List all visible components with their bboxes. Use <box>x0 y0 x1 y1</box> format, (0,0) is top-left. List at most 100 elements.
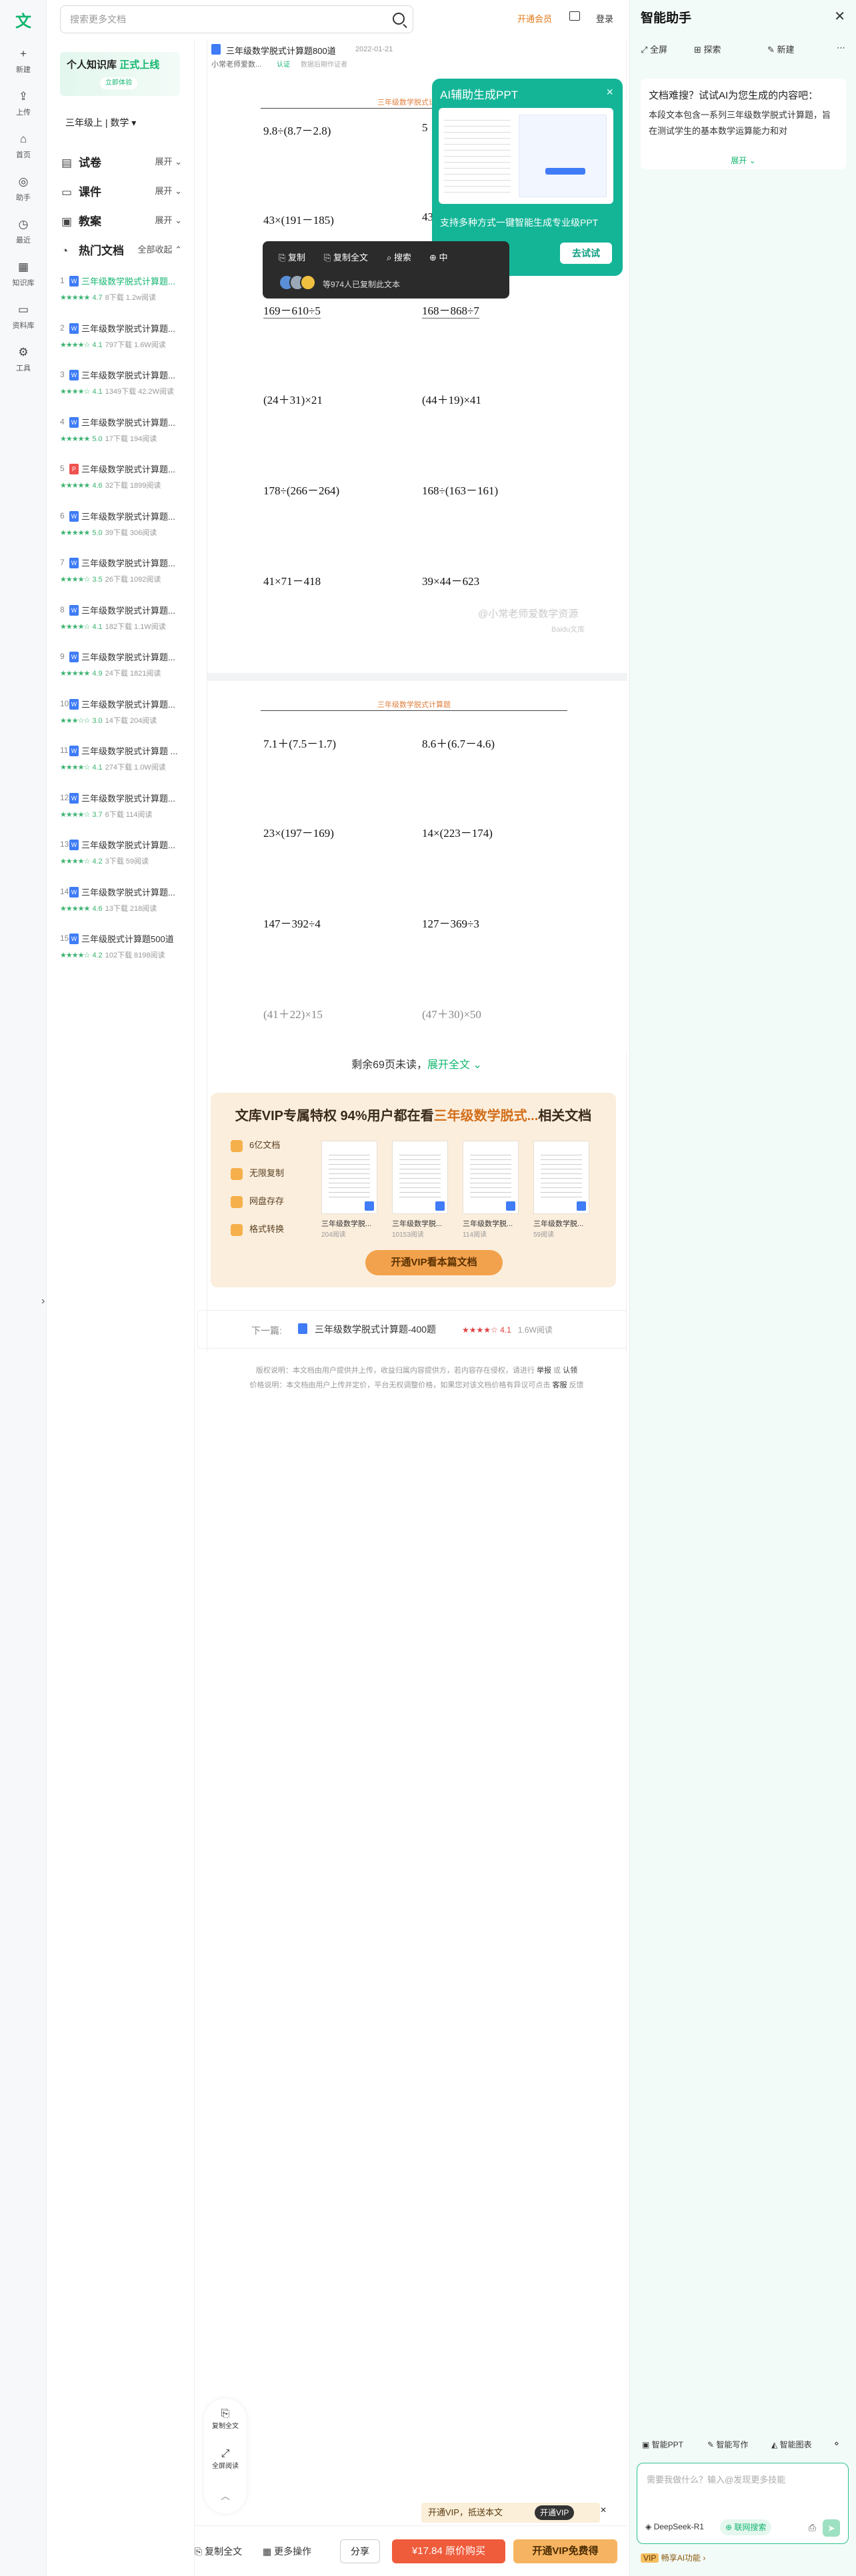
hot-doc-item[interactable]: 2 W 三年级数学脱式计算题... ★★★★☆ 4.1 797下载 1.6W阅读 <box>60 321 193 364</box>
summary-expand[interactable]: 展开 ⌄ <box>641 155 846 166</box>
send-icon[interactable]: ➤ <box>823 2519 840 2537</box>
hot-doc-item[interactable]: 4 W 三年级数学脱式计算题... ★★★★★ 5.0 17下载 194阅读 <box>60 414 193 458</box>
equation-selected[interactable]: 169－610÷5 <box>263 301 321 319</box>
close-icon[interactable]: ✕ <box>834 8 845 25</box>
service-link[interactable]: 客服 <box>553 1381 567 1389</box>
inbox-icon[interactable] <box>569 11 580 21</box>
hot-doc-title[interactable]: 三年级数学脱式计算题... <box>81 322 195 334</box>
copy-all-button[interactable]: ⎘ 复制全文 <box>324 251 368 263</box>
chat-input[interactable]: 需要我做什么？输入@发现更多技能 ◈ DeepSeek-R1 ⊕ 联网搜索 ⎙ … <box>637 2463 849 2544</box>
hot-doc-item[interactable]: 12 W 三年级数学脱式计算题... ★★★★☆ 3.7 6下载 114阅读 <box>60 790 193 834</box>
equation-selected[interactable]: 168－868÷7 <box>422 301 479 319</box>
hot-doc-item[interactable]: 7 W 三年级数学脱式计算题... ★★★★☆ 3.5 26下载 1092阅读 <box>60 555 193 599</box>
hot-doc-item[interactable]: 11 W 三年级数学脱式计算题 ... ★★★★☆ 4.1 274下载 1.0W阅读 <box>60 743 193 787</box>
rail-upload[interactable]: ⇪ 上传 <box>0 89 47 117</box>
rail-library[interactable]: ▭ 资料库 <box>0 303 47 330</box>
smart-ppt-tool[interactable]: ▣ 智能PPT <box>642 2439 683 2450</box>
vip-ai-note[interactable]: VIP 畅享AI功能 › <box>641 2552 705 2563</box>
hot-doc-title[interactable]: 三年级数学脱式计算题... <box>81 368 195 381</box>
explore-button[interactable]: ⊞ 探索 <box>694 43 721 55</box>
section-exams[interactable]: ▤ 试卷 <box>61 153 101 170</box>
claim-link[interactable]: 认领 <box>563 1367 577 1375</box>
tools-more-icon[interactable]: ⋄ <box>834 2439 839 2448</box>
close-icon[interactable]: ✕ <box>600 2500 607 2520</box>
report-link[interactable]: 举报 <box>537 1367 551 1375</box>
hint-vip-button[interactable]: 开通VIP <box>535 2505 575 2520</box>
hot-doc-title[interactable]: 三年级数学脱式计算题... <box>81 604 195 616</box>
hot-doc-title[interactable]: 三年级数学脱式计算题... <box>81 650 195 663</box>
rail-home[interactable]: ⌂ 首页 <box>0 132 47 160</box>
knowledge-banner[interactable]: 个人知识库 正式上线 立即体验 <box>60 52 180 96</box>
rail-recent[interactable]: ◷ 最近 <box>0 217 47 245</box>
share-button[interactable]: 分享 <box>340 2539 380 2563</box>
banner-button[interactable]: 立即体验 <box>100 77 137 89</box>
copy-all-action[interactable]: ⎘ 复制全文 <box>195 2545 242 2558</box>
copy-button[interactable]: ⎘ 复制 <box>279 251 305 263</box>
close-icon[interactable]: × <box>606 85 613 99</box>
expand-lesson-plans[interactable]: 展开 ⌄ <box>155 213 182 226</box>
more-button[interactable]: ⊕ 中 <box>429 251 448 263</box>
hot-doc-item[interactable]: 13 W 三年级数学脱式计算题... ★★★★☆ 4.2 3下载 59阅读 <box>60 837 193 881</box>
related-doc[interactable]: 三年级数学脱... 114阅读 <box>463 1141 519 1239</box>
expand-courseware[interactable]: 展开 ⌄ <box>155 184 182 197</box>
hot-doc-title[interactable]: 三年级数学脱式计算题... <box>81 462 195 475</box>
hot-doc-title[interactable]: 三年级数学脱式计算题... <box>81 556 195 569</box>
fullscreen-button[interactable]: ⤢ 全屏 <box>641 43 667 55</box>
wenku-logo[interactable]: 文 <box>12 11 35 33</box>
vip-free-button[interactable]: 开通VIP免费得 <box>513 2539 617 2563</box>
web-search-toggle[interactable]: ⊕ 联网搜索 <box>720 2519 772 2535</box>
hot-doc-item[interactable]: 8 W 三年级数学脱式计算题... ★★★★☆ 4.1 182下载 1.1W阅读 <box>60 602 193 646</box>
chevron-down-icon[interactable]: ⌄ <box>470 1059 481 1071</box>
hot-doc-item[interactable]: 15 W 三年级脱式计算题500道 ★★★★☆ 4.2 102下载 8198阅读 <box>60 931 193 975</box>
buy-button[interactable]: ¥17.84 原价购买 <box>392 2539 505 2563</box>
expand-exams[interactable]: 展开 ⌄ <box>155 155 182 167</box>
next-title[interactable]: 三年级数学脱式计算题-400题 <box>315 1323 436 1336</box>
more-ops-action[interactable]: ▦ 更多操作 <box>263 2545 311 2558</box>
hot-doc-item[interactable]: 3 W 三年级数学脱式计算题... ★★★★☆ 4.1 1349下载 42.2W阅读 <box>60 367 193 411</box>
next-doc[interactable]: 下一篇: 三年级数学脱式计算题-400题 ★★★★☆ 4.1 1.6W阅读 <box>197 1310 627 1349</box>
new-chat-button[interactable]: ✎ 新建 <box>767 43 795 55</box>
login-link[interactable]: 登录 <box>596 12 613 25</box>
hot-doc-item[interactable]: 10 W 三年级数学脱式计算题... ★★★☆☆ 3.0 14下载 204阅读 <box>60 696 193 740</box>
hot-doc-item[interactable]: 6 W 三年级数学脱式计算题... ★★★★★ 5.0 39下载 306阅读 <box>60 508 193 552</box>
rail-assistant[interactable]: ◎ 助手 <box>0 175 47 203</box>
float-copy-all[interactable]: ⎘ 复制全文 <box>204 2408 247 2430</box>
attach-icon[interactable]: ⎙ <box>809 2522 816 2533</box>
hot-doc-item[interactable]: 14 W 三年级数学脱式计算题... ★★★★★ 4.6 13下载 218阅读 <box>60 884 193 928</box>
hot-doc-title[interactable]: 三年级数学脱式计算题 ... <box>81 744 195 757</box>
float-fullscreen[interactable]: ⤢ 全屏阅读 <box>204 2448 247 2470</box>
hot-doc-title[interactable]: 三年级数学脱式计算题... <box>81 886 195 898</box>
related-doc[interactable]: 三年级数学脱... 59阅读 <box>533 1141 589 1239</box>
related-doc[interactable]: 三年级数学脱... 10153阅读 <box>392 1141 448 1239</box>
hot-doc-title[interactable]: 三年级数学脱式计算题... <box>81 792 195 804</box>
hot-doc-title[interactable]: 三年级数学脱式计算题... <box>81 698 195 710</box>
search-button[interactable]: ⌕ 搜索 <box>387 251 411 263</box>
grade-select[interactable]: 三年级上 | 数学 ▾ <box>65 116 136 129</box>
model-select[interactable]: ◈ DeepSeek-R1 <box>645 2522 704 2531</box>
collapse-hot[interactable]: 全部收起 ⌃ <box>137 243 182 255</box>
search-input[interactable]: 搜索更多文档 <box>60 5 413 33</box>
more-icon[interactable]: ⋯ <box>837 43 845 53</box>
open-vip-link[interactable]: 开通会员 <box>517 12 552 25</box>
rail-tools[interactable]: ⚙ 工具 <box>0 345 47 373</box>
hot-doc-item[interactable]: 9 W 三年级数学脱式计算题... ★★★★★ 4.9 24下载 1821阅读 <box>60 649 193 693</box>
related-doc[interactable]: 三年级数学脱... 204阅读 <box>321 1141 377 1239</box>
rail-new[interactable]: + 新建 <box>0 47 47 75</box>
search-icon[interactable] <box>393 13 405 25</box>
expand-all-link[interactable]: 展开全文 <box>427 1059 470 1071</box>
open-vip-button[interactable]: 开通VIP看本篇文档 <box>365 1250 503 1275</box>
doc-author[interactable]: 小常老师爱数... <box>211 59 261 69</box>
hot-doc-item[interactable]: 5 P 三年级数学脱式计算题... ★★★★★ 4.6 32下载 1899阅读 <box>60 461 193 505</box>
smart-chart-tool[interactable]: ◭ 智能图表 <box>771 2439 812 2450</box>
hot-doc-title[interactable]: 三年级数学脱式计算题... <box>81 510 195 522</box>
hot-doc-title[interactable]: 三年级数学脱式计算题... <box>81 275 195 287</box>
hot-doc-title[interactable]: 三年级数学脱式计算题... <box>81 416 195 428</box>
rail-knowledge[interactable]: ▦ 知识库 <box>0 260 47 288</box>
smart-write-tool[interactable]: ✎ 智能写作 <box>707 2439 748 2450</box>
hot-doc-item[interactable]: 1 W 三年级数学脱式计算题... ★★★★★ 4.7 8下载 1.2w阅读 <box>60 273 193 317</box>
scroll-top-icon[interactable]: ︿ <box>204 2489 247 2503</box>
hot-doc-title[interactable]: 三年级数学脱式计算题... <box>81 838 195 851</box>
hot-doc-title[interactable]: 三年级脱式计算题500道 <box>81 932 195 945</box>
try-button[interactable]: 去试试 <box>560 243 612 264</box>
section-courseware[interactable]: ▭ 课件 <box>61 183 101 199</box>
